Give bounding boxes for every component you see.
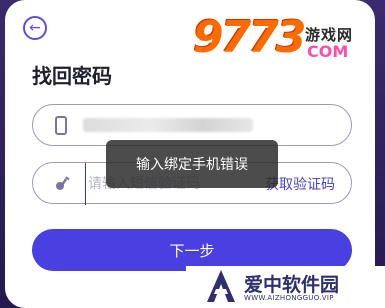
watermark-bottom-cn: 爱中软件园 <box>244 274 340 296</box>
phone-number-blurred <box>83 118 253 132</box>
watermark-bottom-en: WWW.AIZHONGGUO.VIP <box>244 294 334 302</box>
aizhong-logo-icon <box>207 270 235 302</box>
watermark-9773-logo: 9773 游戏网 COM <box>187 10 385 70</box>
watermark-bottom: 爱中软件园 WWW.AIZHONGGUO.VIP <box>186 266 385 308</box>
error-toast: 输入绑定手机错误 <box>106 140 278 188</box>
phone-icon <box>55 116 67 135</box>
back-arrow-icon: ← <box>29 20 41 36</box>
key-icon <box>56 176 70 190</box>
next-button[interactable]: 下一步 <box>32 229 352 271</box>
back-button[interactable]: ← <box>23 16 47 40</box>
watermark-number: 9773 <box>193 12 306 63</box>
watermark-com: COM <box>307 42 349 61</box>
page-title: 找回密码 <box>32 64 112 88</box>
